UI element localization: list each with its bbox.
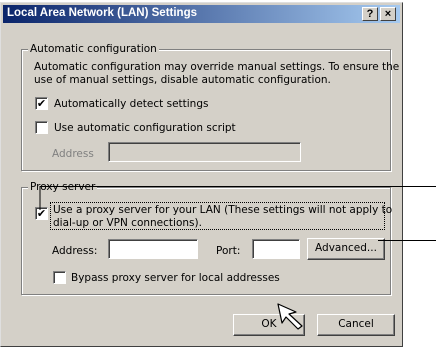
mouse-pointer-icon [277, 303, 303, 330]
callout-lines-svg [39, 186, 41, 210]
